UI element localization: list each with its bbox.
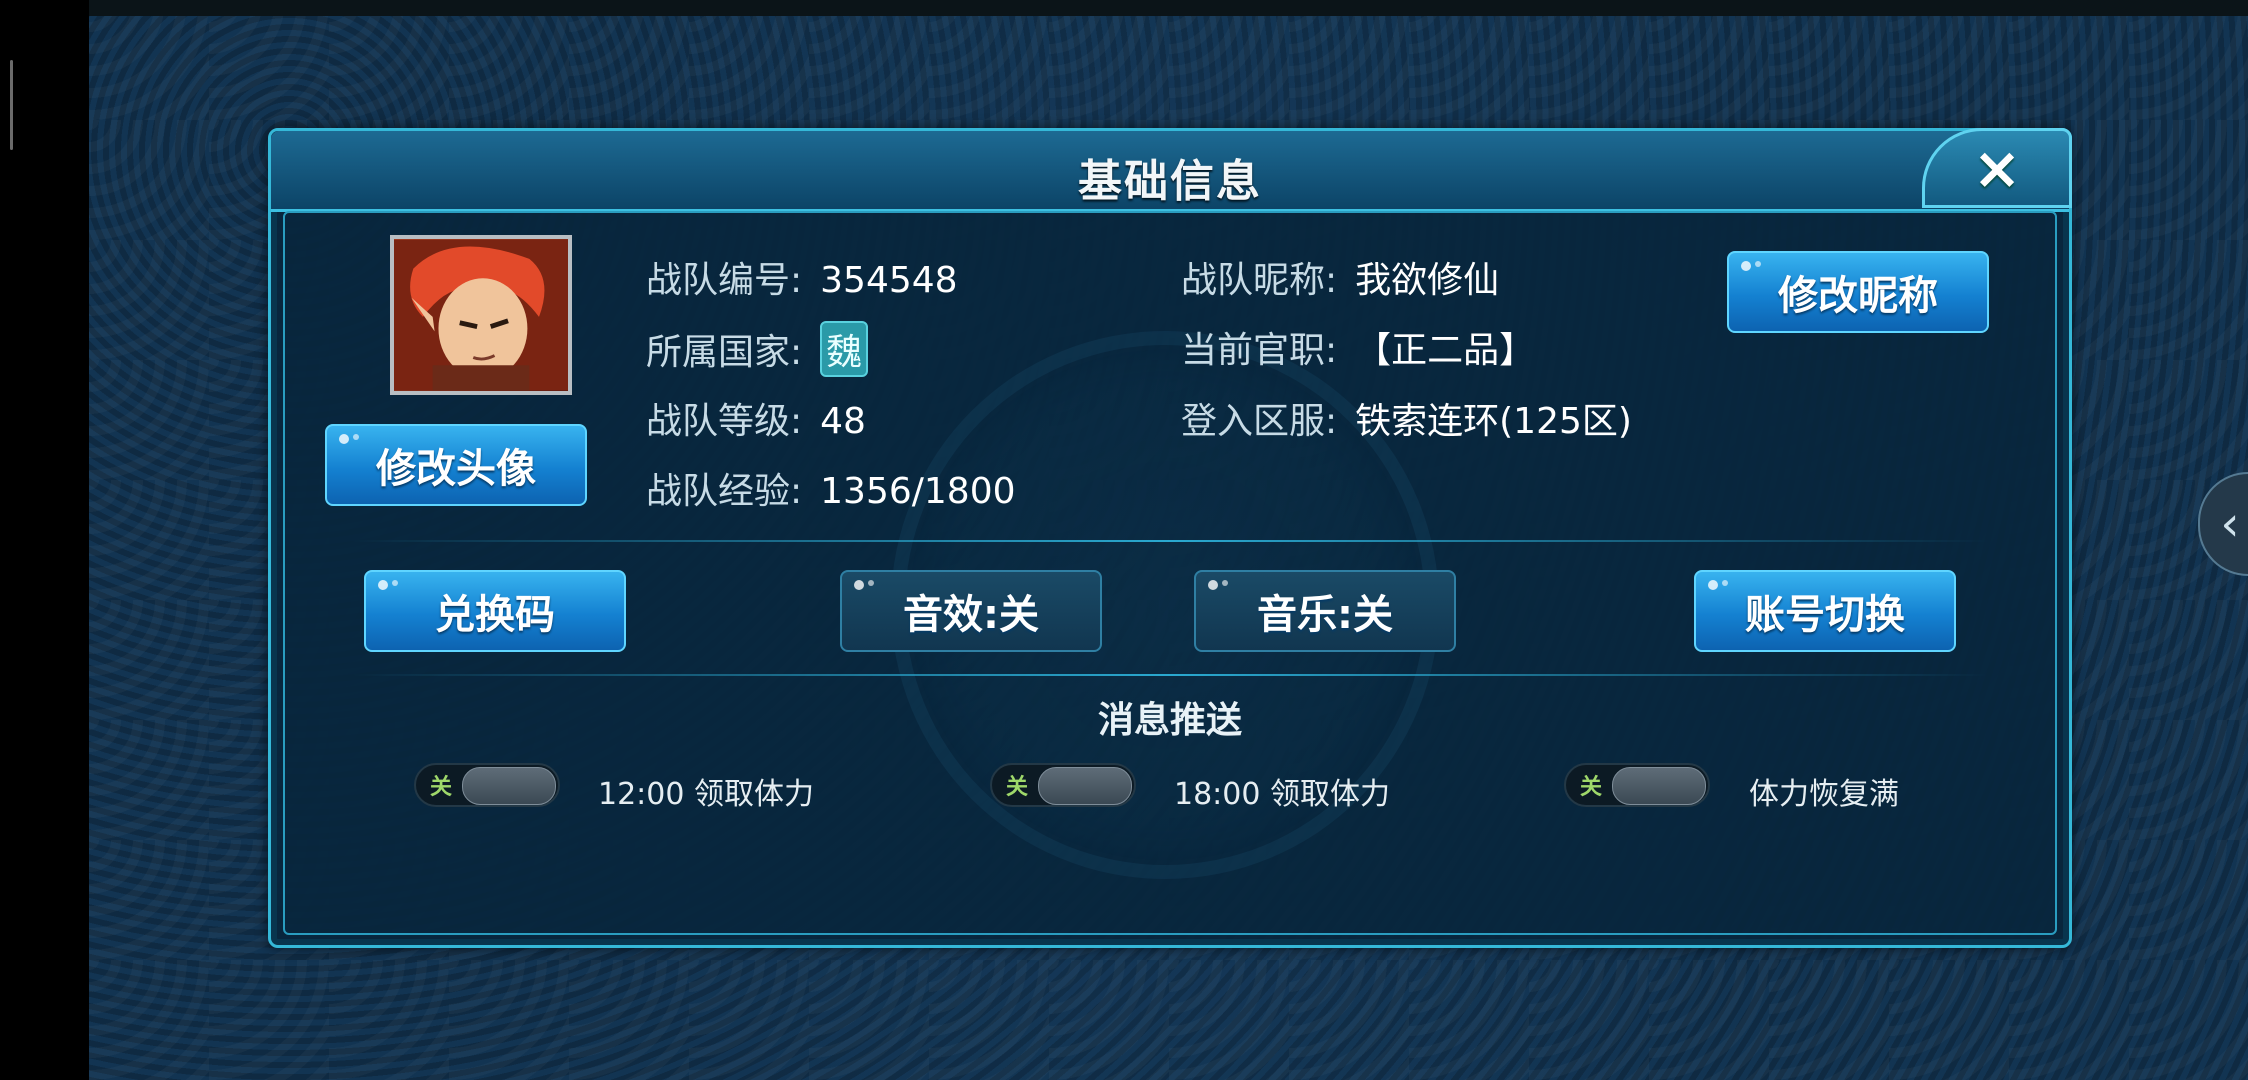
button-shine [1755,261,1761,267]
country-label: 所属国家: [646,332,803,373]
country-field: 所属国家: 魏 [646,321,869,377]
push-toggle-stamina-full[interactable]: 关 [1564,763,1710,807]
toggle-knob [462,767,556,805]
change-nickname-label: 修改昵称 [1778,273,1938,319]
toggle-knob [1612,767,1706,805]
team-level-value: 48 [820,401,866,442]
divider [351,540,1989,542]
button-shine [1741,261,1751,271]
close-icon[interactable]: × [1922,128,2072,208]
player-avatar[interactable] [390,235,572,395]
change-avatar-label: 修改头像 [376,446,536,492]
button-shine [353,434,359,440]
music-button[interactable]: 音乐:关 [1194,570,1456,652]
music-label: 音乐:关 [1257,592,1393,638]
server-value: 铁索连环(125区) [1355,401,1632,442]
sound-effects-button[interactable]: 音效:关 [840,570,1102,652]
push-toggle-1800[interactable]: 关 [990,763,1136,807]
team-id-value: 354548 [820,260,958,301]
team-id-label: 战队编号: [646,260,803,301]
button-shine [1208,580,1218,590]
change-nickname-button[interactable]: 修改昵称 [1727,251,1989,333]
redeem-code-label: 兑换码 [435,592,555,638]
dialog-title: 基础信息 [1078,156,1262,207]
toggle-off-label: 关 [1006,775,1029,800]
team-exp-label: 战队经验: [646,471,803,512]
toggle-off-label: 关 [430,775,453,800]
button-shine [868,580,874,586]
team-level-label: 战队等级: [646,401,803,442]
button-shine [378,580,388,590]
chevron-left-icon: ‹ [2220,496,2240,552]
team-nickname-label: 战队昵称: [1181,260,1338,301]
top-status-bar [89,0,2248,16]
toggle-knob [1038,767,1132,805]
button-shine [1722,580,1728,586]
team-id-field: 战队编号: 354548 [646,251,958,303]
basic-info-dialog: 基础信息 × 修改头像 战队编号: 354548 战队昵称: 我欲修仙 所属国家: 魏… [268,128,2072,948]
push-label-1200: 12:00 领取体力 [598,777,814,812]
button-shine [392,580,398,586]
dialog-titlebar: 基础信息 × [271,128,2072,212]
country-badge: 魏 [820,321,869,377]
change-avatar-button[interactable]: 修改头像 [325,424,587,506]
push-label-stamina-full: 体力恢复满 [1749,777,1899,812]
button-shine [1708,580,1718,590]
team-level-field: 战队等级: 48 [646,392,866,444]
switch-account-button[interactable]: 账号切换 [1694,570,1956,652]
server-label: 登入区服: [1181,401,1338,442]
team-nickname-field: 战队昵称: 我欲修仙 [1181,251,1499,303]
toggle-off-label: 关 [1580,775,1603,800]
sound-effects-label: 音效:关 [903,592,1039,638]
divider [351,674,1989,676]
official-rank-field: 当前官职: 【正二品】 [1181,321,1535,373]
team-nickname-value: 我欲修仙 [1355,260,1500,301]
official-rank-value: 【正二品】 [1355,330,1536,371]
button-shine [1222,580,1228,586]
official-rank-label: 当前官职: [1181,330,1338,371]
server-field: 登入区服: 铁索连环(125区) [1181,392,1632,444]
team-exp-value: 1356/1800 [820,471,1016,512]
button-shine [854,580,864,590]
avatar-portrait-icon [394,239,568,391]
push-section-title: 消息推送 [1097,700,1242,741]
push-label-1800: 18:00 领取体力 [1174,777,1390,812]
redeem-code-button[interactable]: 兑换码 [364,570,626,652]
switch-account-label: 账号切换 [1745,592,1905,638]
nav-indicator [10,60,13,150]
team-exp-field: 战队经验: 1356/1800 [646,462,1016,514]
push-toggle-1200[interactable]: 关 [414,763,560,807]
button-shine [339,434,349,444]
